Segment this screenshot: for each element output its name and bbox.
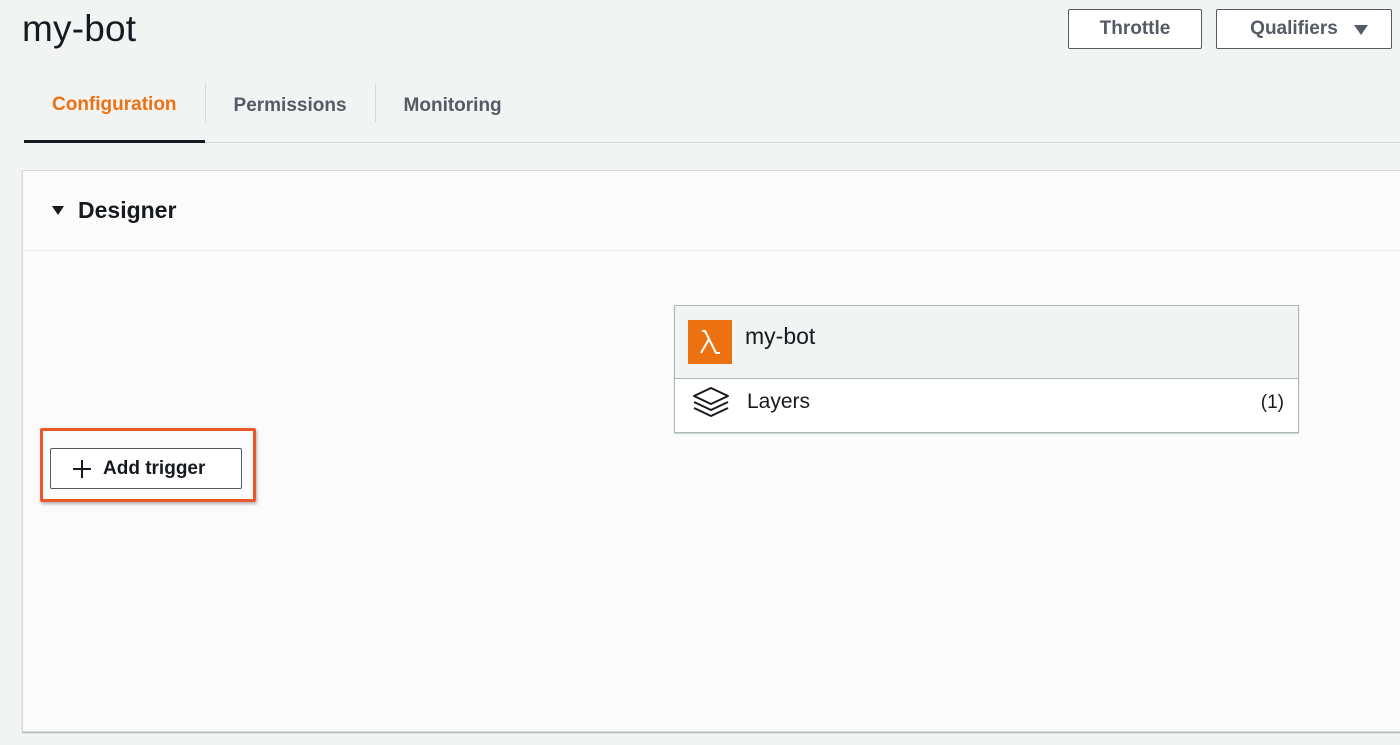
designer-panel: Designer Add trigger my-bot Layers (1) — [22, 170, 1400, 732]
header-actions: Throttle Qualifiers — [1068, 9, 1392, 49]
throttle-button-label: Throttle — [1099, 18, 1171, 39]
add-trigger-label: Add trigger — [103, 457, 206, 479]
qualifiers-label: Qualifiers — [1250, 18, 1338, 39]
throttle-button[interactable]: Throttle — [1068, 9, 1202, 49]
tab-permissions[interactable]: Permissions — [206, 70, 375, 142]
plus-icon — [73, 459, 91, 478]
caret-down-icon — [1353, 25, 1368, 35]
qualifiers-dropdown[interactable]: Qualifiers — [1216, 9, 1392, 49]
tab-monitoring[interactable]: Monitoring — [376, 70, 530, 142]
designer-panel-header[interactable]: Designer — [23, 171, 1400, 251]
layers-label: Layers — [747, 389, 811, 413]
tab-configuration[interactable]: Configuration — [24, 70, 205, 143]
add-trigger-button[interactable]: Add trigger — [50, 448, 242, 489]
layers-count: (1) — [1260, 392, 1284, 413]
layers-icon — [691, 385, 731, 426]
tab-label: Permissions — [233, 95, 347, 116]
tab-label: Configuration — [52, 94, 177, 115]
layers-node[interactable]: Layers (1) — [675, 379, 1298, 432]
tab-label: Monitoring — [403, 95, 502, 116]
tab-bar: Configuration Permissions Monitoring — [24, 70, 1400, 143]
lambda-icon — [688, 320, 732, 364]
function-node[interactable]: my-bot — [675, 306, 1298, 379]
function-name: my-bot — [745, 322, 816, 349]
page-title: my-bot — [22, 8, 137, 49]
designer-title: Designer — [78, 197, 177, 223]
collapse-caret-icon — [52, 206, 64, 215]
function-card: my-bot Layers (1) — [674, 305, 1299, 433]
